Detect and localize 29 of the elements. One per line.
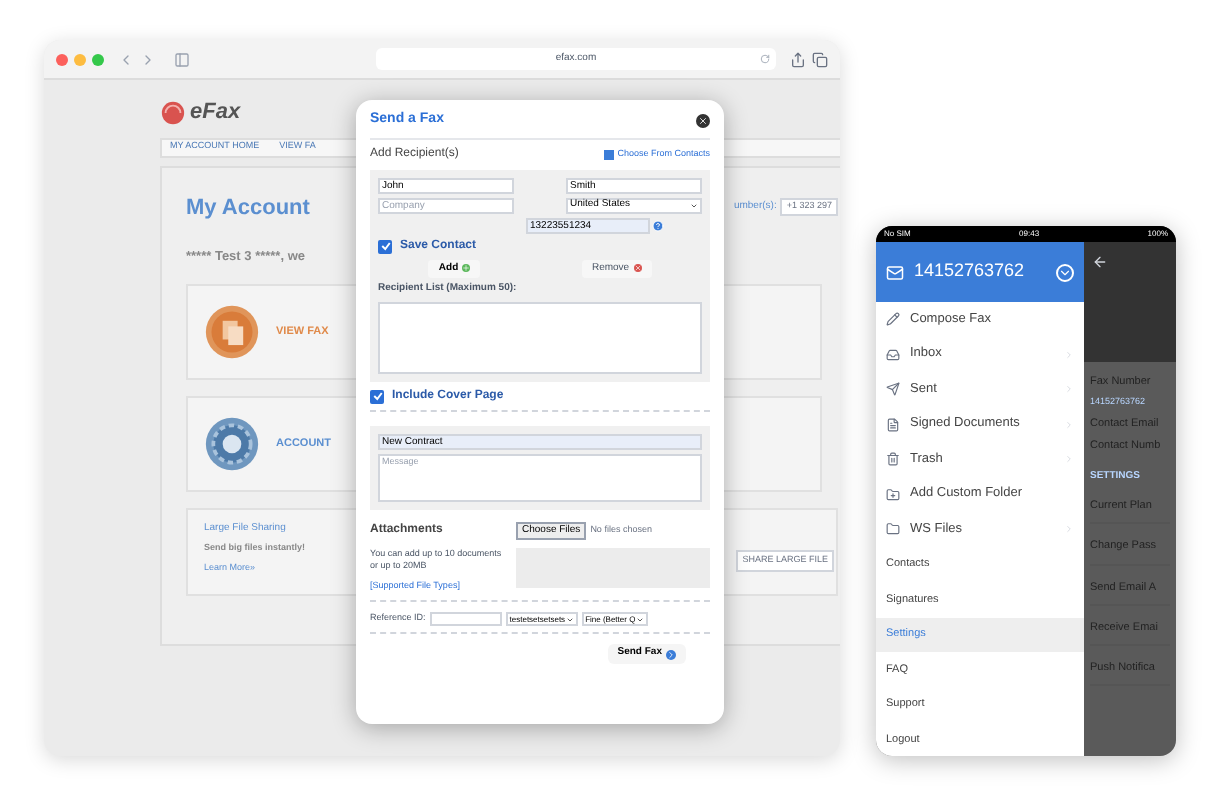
logo-icon: [160, 99, 186, 126]
recipient-list[interactable]: [378, 301, 702, 373]
help-icon[interactable]: [652, 219, 664, 231]
forward-icon[interactable]: [140, 51, 156, 67]
menu-icon: [886, 312, 900, 327]
back-icon[interactable]: [1092, 254, 1108, 270]
reference-field[interactable]: [429, 612, 502, 627]
remove-icon: [633, 264, 642, 273]
share-icon[interactable]: [790, 51, 806, 67]
menu-icon: [886, 347, 900, 362]
plus-icon: [462, 264, 471, 273]
menu-icon: [886, 452, 900, 467]
logo: eFax: [190, 98, 241, 128]
expand-icon[interactable]: [1056, 263, 1074, 281]
reload-icon[interactable]: [760, 54, 770, 64]
page-heading: My Account: [186, 193, 310, 223]
arrow-icon: [666, 649, 676, 659]
tabs-icon[interactable]: [812, 51, 828, 67]
menu-icon: [886, 417, 900, 432]
sidebar-icon[interactable]: [174, 51, 190, 67]
menu-icon: [886, 382, 900, 397]
checkbox[interactable]: [370, 389, 384, 403]
menu-icon: [886, 487, 900, 502]
close-icon[interactable]: [696, 113, 710, 128]
documents-icon: [204, 303, 260, 360]
mail-icon: [886, 263, 904, 281]
menu-icon: [886, 522, 900, 537]
account-number: 14152763762: [914, 258, 1025, 285]
checkbox[interactable]: [378, 239, 392, 253]
